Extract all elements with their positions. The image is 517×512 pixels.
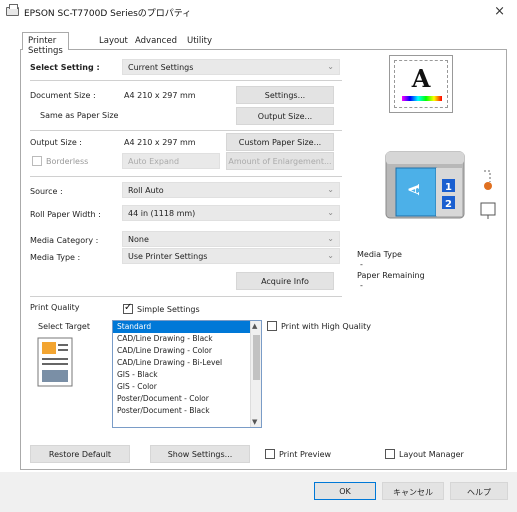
roll-paper-width-combo[interactable]: 44 in (1118 mm) ⌄: [122, 205, 340, 221]
select-target-label: Select Target: [38, 322, 90, 331]
printer-illustration: A 1 2: [385, 151, 496, 219]
same-as-paper-label: Same as Paper Size: [40, 111, 119, 120]
output-size-button[interactable]: Output Size...: [236, 107, 334, 125]
divider: [30, 176, 342, 177]
media-type-value: Use Printer Settings: [128, 252, 208, 261]
document-thumbnail-icon: [37, 337, 73, 387]
document-text-line: [58, 344, 68, 346]
show-settings-button[interactable]: Show Settings...: [150, 445, 250, 463]
preview-letter: A: [411, 64, 431, 93]
monitor-icon: [480, 202, 496, 216]
tab-layout[interactable]: Layout: [94, 33, 133, 49]
scroll-up-icon[interactable]: ▲: [252, 322, 257, 330]
borderless-label: Borderless: [46, 157, 89, 166]
media-category-value: None: [128, 235, 149, 244]
paper-remaining-label: Paper Remaining: [357, 271, 425, 280]
source-label: Source :: [30, 187, 63, 196]
acquire-info-button[interactable]: Acquire Info: [236, 272, 334, 290]
list-item[interactable]: CAD/Line Drawing - Bi-Level: [113, 357, 261, 369]
list-item[interactable]: Standard: [113, 321, 261, 333]
document-size-value: A4 210 x 297 mm: [124, 91, 196, 100]
auto-expand-combo[interactable]: Auto Expand: [122, 153, 220, 169]
print-quality-label: Print Quality: [30, 303, 80, 312]
media-type-status-label: Media Type: [357, 250, 402, 259]
layout-preview: A: [389, 55, 453, 113]
high-quality-label: Print with High Quality: [281, 322, 371, 331]
list-item[interactable]: CAD/Line Drawing - Color: [113, 345, 261, 357]
document-text-line: [42, 358, 68, 360]
help-button[interactable]: ヘルプ: [450, 482, 508, 500]
connector-line: [484, 170, 491, 182]
amount-of-enlargement-button[interactable]: Amount of Enlargement...: [226, 152, 334, 170]
title-bar: EPSON SC-T7700D Seriesのプロパティ ×: [0, 0, 517, 24]
output-size-label: Output Size :: [30, 138, 82, 147]
scroll-down-icon[interactable]: ▼: [252, 418, 257, 426]
chevron-down-icon: ⌄: [327, 62, 334, 71]
settings-button[interactable]: Settings...: [236, 86, 334, 104]
simple-settings-label: Simple Settings: [137, 305, 200, 314]
media-type-combo[interactable]: Use Printer Settings ⌄: [122, 248, 340, 264]
color-bar: [402, 96, 442, 101]
tab-advanced[interactable]: Advanced: [130, 33, 182, 49]
print-preview-checkbox[interactable]: [265, 449, 275, 459]
media-category-label: Media Category :: [30, 236, 99, 245]
list-item[interactable]: Poster/Document - Color: [113, 393, 261, 405]
list-item[interactable]: CAD/Line Drawing - Black: [113, 333, 261, 345]
ok-button[interactable]: OK: [314, 482, 376, 500]
document-chart-block: [42, 370, 68, 382]
warning-icon: [484, 182, 492, 190]
chevron-down-icon: ⌄: [327, 185, 334, 194]
printer-top: [386, 152, 464, 164]
scrollbar-thumb[interactable]: [253, 335, 260, 380]
media-type-status-value: -: [360, 260, 363, 269]
select-setting-value: Current Settings: [128, 63, 194, 72]
list-item[interactable]: GIS - Color: [113, 381, 261, 393]
output-size-value: A4 210 x 297 mm: [124, 138, 196, 147]
custom-paper-size-button[interactable]: Custom Paper Size...: [226, 133, 334, 151]
list-item[interactable]: Poster/Document - Black: [113, 405, 261, 417]
media-type-label: Media Type :: [30, 253, 81, 262]
document-image: [42, 342, 56, 354]
layout-manager-checkbox[interactable]: [385, 449, 395, 459]
paper-remaining-value: -: [360, 281, 363, 290]
list-item[interactable]: GIS - Black: [113, 369, 261, 381]
select-setting-label: Select Setting :: [30, 63, 100, 72]
printer-icon: [6, 4, 19, 16]
source-value: Roll Auto: [128, 186, 164, 195]
chevron-down-icon: ⌄: [327, 234, 334, 243]
high-quality-checkbox[interactable]: [267, 321, 277, 331]
media-category-combo[interactable]: None ⌄: [122, 231, 340, 247]
roll-paper-width-label: Roll Paper Width :: [30, 210, 101, 219]
divider: [30, 80, 342, 81]
divider: [30, 130, 342, 131]
roll-2-badge-number: 2: [445, 199, 452, 210]
select-target-list[interactable]: Standard CAD/Line Drawing - Black CAD/Li…: [112, 320, 262, 428]
document-text-line: [42, 363, 68, 365]
divider: [30, 296, 342, 297]
roll-1-badge-number: 1: [445, 182, 452, 193]
select-setting-combo[interactable]: Current Settings ⌄: [122, 59, 340, 75]
layout-manager-label: Layout Manager: [399, 450, 464, 459]
simple-settings-checkbox[interactable]: [123, 302, 133, 314]
auto-expand-value: Auto Expand: [128, 157, 180, 166]
dialog-button-bar: OK キャンセル ヘルプ: [0, 472, 517, 512]
borderless-checkbox[interactable]: [32, 156, 42, 166]
document-text-line: [58, 349, 68, 351]
tab-utility[interactable]: Utility: [182, 33, 217, 49]
chevron-down-icon: ⌄: [327, 208, 334, 217]
print-preview-label: Print Preview: [279, 450, 332, 459]
restore-default-button[interactable]: Restore Default: [30, 445, 130, 463]
list-scrollbar[interactable]: ▲ ▼: [250, 321, 261, 427]
roll-paper-width-value: 44 in (1118 mm): [128, 209, 196, 218]
document-size-label: Document Size :: [30, 91, 96, 100]
tab-printer-settings[interactable]: Printer Settings: [22, 32, 69, 56]
chevron-down-icon: ⌄: [327, 251, 334, 260]
cancel-button[interactable]: キャンセル: [382, 482, 444, 500]
window-title: EPSON SC-T7700D Seriesのプロパティ: [24, 9, 192, 19]
close-icon[interactable]: ×: [494, 4, 505, 19]
source-combo[interactable]: Roll Auto ⌄: [122, 182, 340, 198]
paper-letter: A: [407, 183, 423, 196]
